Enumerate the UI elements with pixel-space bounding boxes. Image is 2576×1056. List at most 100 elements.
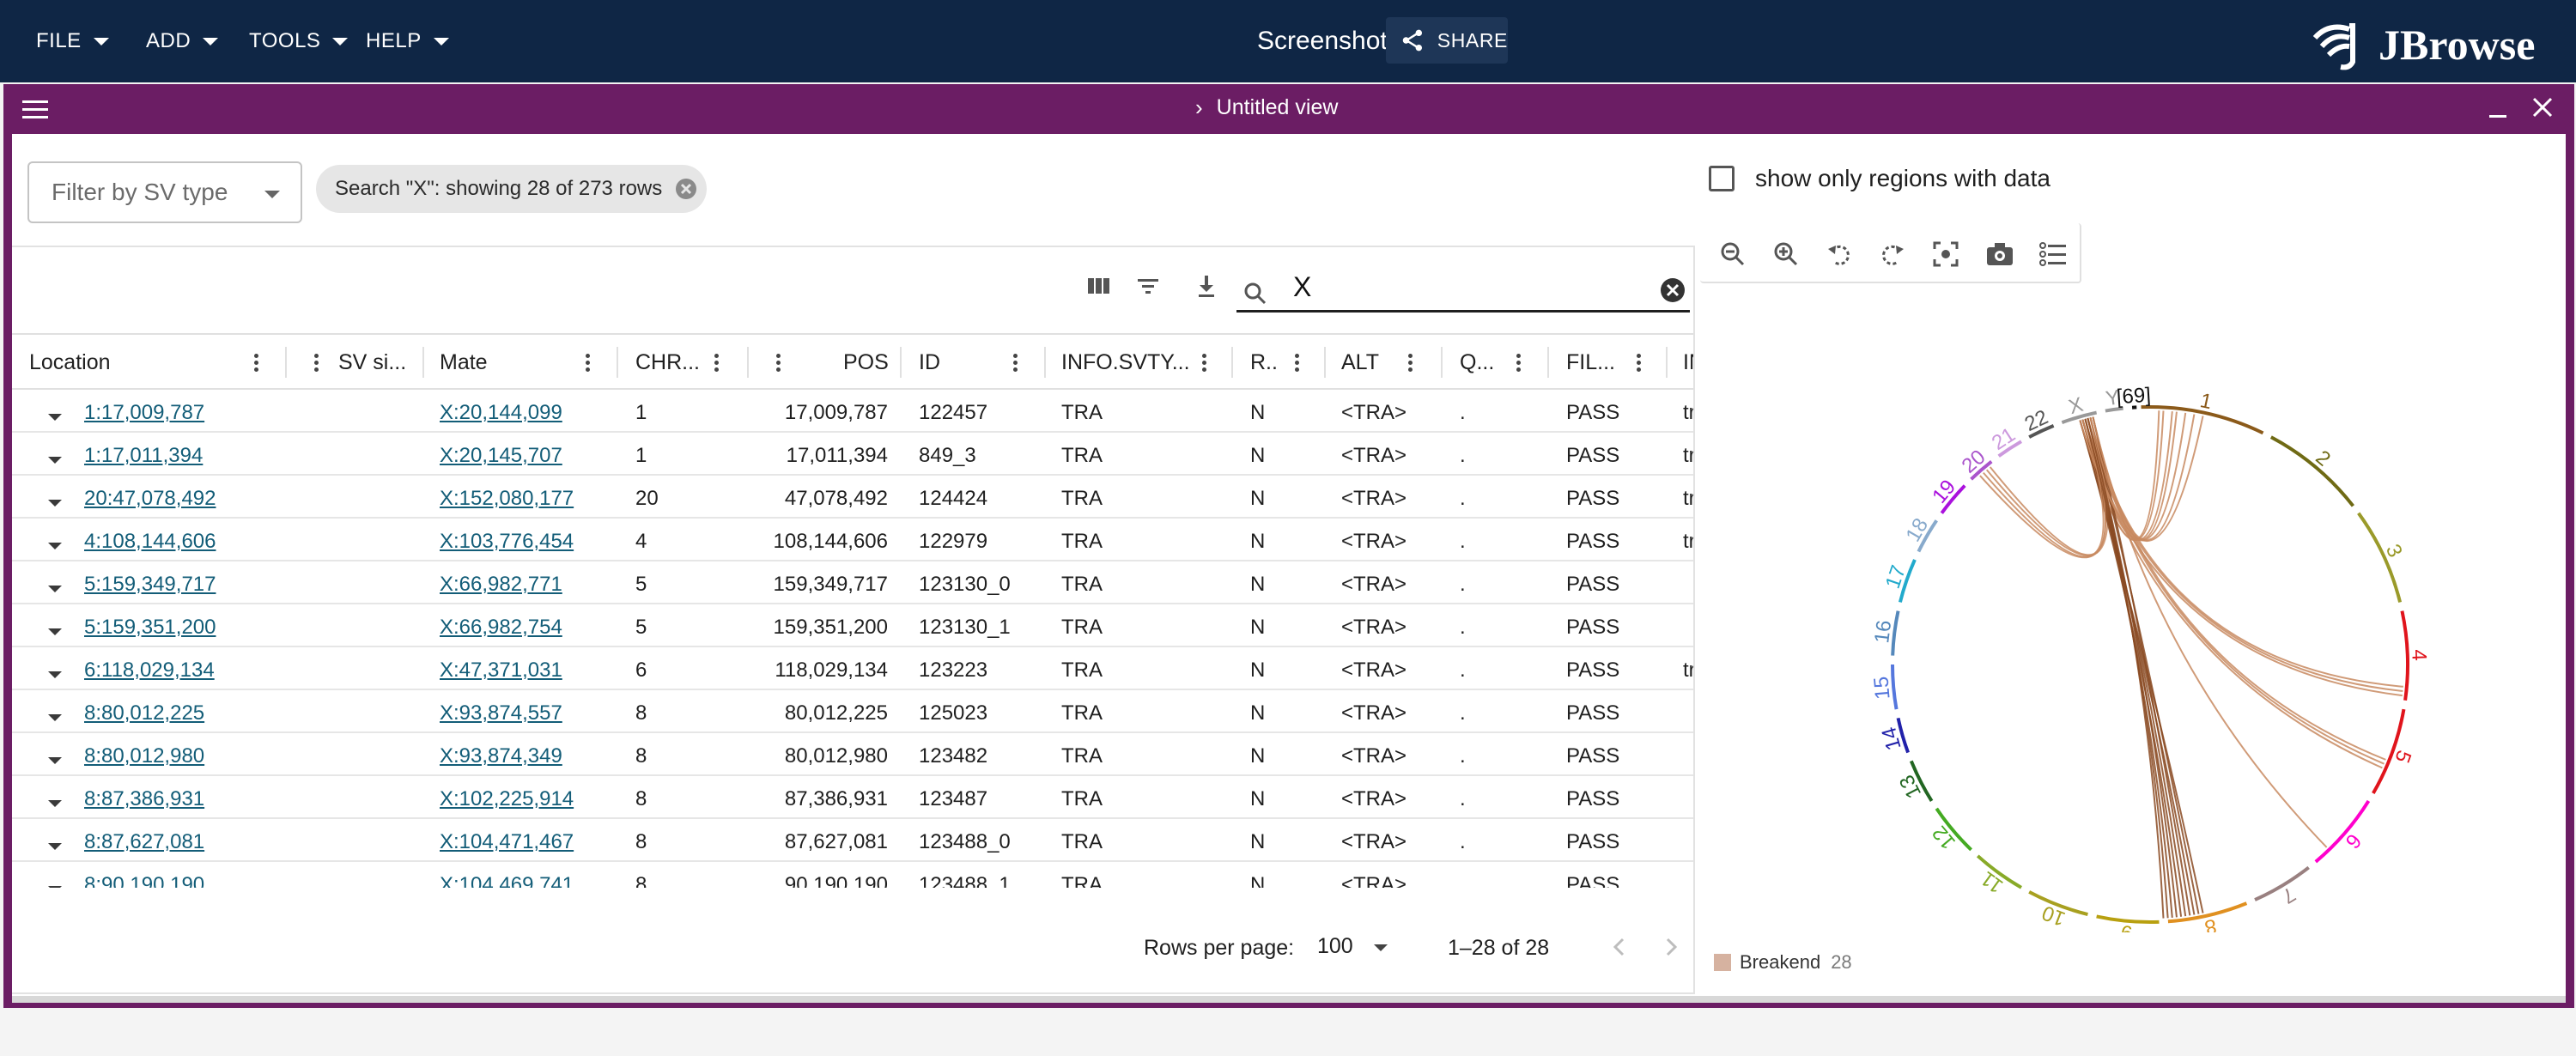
column-separator[interactable]	[747, 347, 749, 378]
mate-link[interactable]: X:66,982,754	[440, 604, 611, 647]
expand-row-icon[interactable]	[48, 843, 62, 850]
mate-link[interactable]: X:20,145,707	[440, 433, 611, 476]
expand-row-icon[interactable]	[48, 671, 62, 678]
expand-row-icon[interactable]	[48, 414, 62, 421]
mate-link[interactable]: X:103,776,454	[440, 519, 611, 561]
column-header-filter[interactable]: FIL...	[1566, 335, 1615, 388]
view-title[interactable]: › Untitled view	[1195, 94, 1338, 121]
expand-row-icon[interactable]	[48, 586, 62, 592]
clear-search-icon[interactable]	[1659, 276, 1686, 304]
session-title[interactable]: Screenshot	[1257, 24, 1388, 58]
location-link[interactable]: 6:118,029,134	[84, 647, 273, 690]
rotate-right-icon[interactable]	[1879, 240, 1906, 268]
breakend-link[interactable]	[2079, 420, 2403, 697]
column-header-alt[interactable]: ALT	[1341, 335, 1379, 388]
table-row[interactable]: 8:80,012,980 X:93,874,349 8 80,012,980 1…	[12, 733, 1693, 776]
mate-link[interactable]: X:104,471,467	[440, 819, 611, 862]
sv-type-filter-select[interactable]: Filter by SV type	[27, 161, 302, 223]
breakend-link[interactable]	[2084, 418, 2403, 692]
column-header-chrom[interactable]: CHR...	[635, 335, 700, 388]
rotate-left-icon[interactable]	[1826, 240, 1853, 268]
breakend-link[interactable]	[2087, 417, 2385, 765]
column-menu-icon[interactable]	[1005, 352, 1025, 374]
table-row[interactable]: 8:80,012,225 X:93,874,557 8 80,012,225 1…	[12, 690, 1693, 733]
column-menu-icon[interactable]	[706, 352, 726, 374]
chromosome-arc-2[interactable]	[2269, 435, 2354, 507]
expand-row-icon[interactable]	[48, 886, 62, 888]
expand-row-icon[interactable]	[48, 457, 62, 464]
filter-icon[interactable]	[1135, 273, 1161, 299]
mate-link[interactable]: X:93,874,349	[440, 733, 611, 776]
location-link[interactable]: 8:90,190,190	[84, 862, 273, 888]
column-menu-icon[interactable]	[577, 352, 598, 374]
download-icon[interactable]	[1194, 273, 1219, 299]
column-menu-icon[interactable]	[246, 352, 266, 374]
location-link[interactable]: 8:87,627,081	[84, 819, 273, 862]
mate-link[interactable]: X:93,874,557	[440, 690, 611, 733]
file-menu-button[interactable]: FILE	[36, 24, 109, 58]
tools-menu-button[interactable]: TOOLS	[249, 24, 349, 58]
column-header-id[interactable]: ID	[919, 335, 940, 388]
help-menu-button[interactable]: HELP	[366, 24, 449, 58]
location-link[interactable]: 20:47,078,492	[84, 476, 273, 519]
column-separator[interactable]	[1324, 347, 1326, 378]
location-link[interactable]: 8:80,012,980	[84, 733, 273, 776]
zoom-out-icon[interactable]	[1719, 240, 1747, 268]
table-row[interactable]: 1:17,009,787 X:20,144,099 1 17,009,787 1…	[12, 390, 1693, 433]
track-list-icon[interactable]	[2038, 240, 2068, 268]
table-row[interactable]: 5:159,351,200 X:66,982,754 5 159,351,200…	[12, 604, 1693, 647]
mate-link[interactable]: X:152,080,177	[440, 476, 611, 519]
show-only-regions-checkbox[interactable]: show only regions with data	[1709, 165, 2050, 192]
minimize-icon[interactable]	[2488, 98, 2508, 120]
location-link[interactable]: 1:17,009,787	[84, 390, 273, 433]
column-menu-icon[interactable]	[1628, 352, 1649, 374]
next-page-icon[interactable]	[1659, 934, 1683, 960]
column-menu-icon[interactable]	[1286, 352, 1307, 374]
table-row[interactable]: 6:118,029,134 X:47,371,031 6 118,029,134…	[12, 647, 1693, 690]
column-header-sv-size[interactable]: SV si...	[338, 335, 406, 388]
expand-row-icon[interactable]	[48, 543, 62, 549]
table-row[interactable]: 5:159,349,717 X:66,982,771 5 159,349,717…	[12, 561, 1693, 604]
fit-to-view-icon[interactable]	[1932, 240, 1959, 268]
add-menu-button[interactable]: ADD	[146, 24, 219, 58]
mate-link[interactable]: X:47,371,031	[440, 647, 611, 690]
table-row[interactable]: 8:87,627,081 X:104,471,467 8 87,627,081 …	[12, 819, 1693, 862]
chip-remove-icon[interactable]	[674, 177, 698, 201]
column-separator[interactable]	[422, 347, 424, 378]
chromosome-arc-7[interactable]	[2254, 865, 2310, 901]
table-row[interactable]: 1:17,011,394 X:20,145,707 1 17,011,394 8…	[12, 433, 1693, 476]
column-menu-icon[interactable]	[1194, 352, 1214, 374]
share-button[interactable]: SHARE	[1386, 17, 1508, 64]
mate-link[interactable]: X:102,225,914	[440, 776, 611, 819]
column-separator[interactable]	[1231, 347, 1233, 378]
location-link[interactable]: 1:17,011,394	[84, 433, 273, 476]
horizontal-scrollbar[interactable]	[12, 996, 2566, 1003]
column-separator[interactable]	[1044, 347, 1046, 378]
table-row[interactable]: 20:47,078,492 X:152,080,177 20 47,078,49…	[12, 476, 1693, 519]
column-menu-icon[interactable]	[306, 352, 326, 374]
close-icon[interactable]	[2531, 96, 2554, 118]
column-menu-icon[interactable]	[1400, 352, 1420, 374]
chromosome-arc-6[interactable]	[2314, 799, 2371, 864]
rows-per-page-select[interactable]: 100	[1317, 934, 1353, 959]
expand-row-icon[interactable]	[48, 757, 62, 764]
caret-down-icon[interactable]	[1374, 944, 1388, 951]
quick-search-field[interactable]: X	[1236, 263, 1690, 313]
expand-row-icon[interactable]	[48, 800, 62, 807]
breakend-link[interactable]	[2092, 416, 2328, 848]
breakend-link[interactable]	[2079, 420, 2183, 917]
table-row[interactable]: 8:87,386,931 X:102,225,914 8 87,386,931 …	[12, 776, 1693, 819]
column-header-svtype[interactable]: INFO.SVTY...	[1061, 335, 1190, 388]
camera-icon[interactable]	[1985, 240, 2014, 268]
column-menu-icon[interactable]	[768, 352, 788, 374]
column-header-pos[interactable]: POS	[843, 335, 889, 388]
expand-row-icon[interactable]	[48, 714, 62, 721]
chromosome-arc-3[interactable]	[2357, 512, 2403, 603]
column-separator[interactable]	[1547, 347, 1549, 378]
mate-link[interactable]: X:66,982,771	[440, 561, 611, 604]
column-separator[interactable]	[1666, 347, 1668, 378]
mate-link[interactable]: X:20,144,099	[440, 390, 611, 433]
column-separator[interactable]	[285, 347, 287, 378]
column-header-location[interactable]: Location	[29, 335, 111, 388]
mate-link[interactable]: X:104,469,741	[440, 862, 611, 888]
